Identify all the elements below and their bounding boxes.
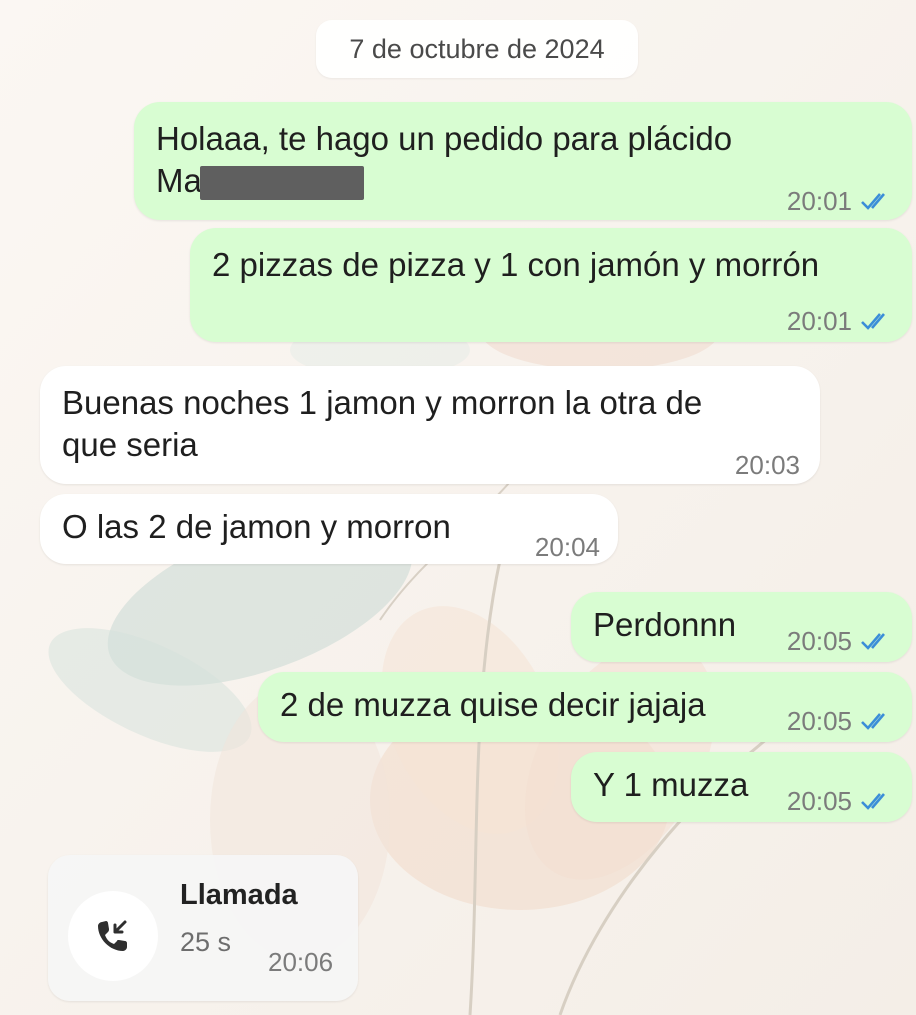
double-check-read-icon (861, 713, 885, 730)
incoming-message[interactable]: O las 2 de jamon y morron 20:04 (40, 494, 618, 564)
outgoing-message[interactable]: Perdonnn 20:05 (571, 592, 912, 662)
message-time: 20:05 (786, 786, 852, 816)
message-time: 20:03 (734, 450, 800, 480)
message-time: 20:01 (786, 306, 852, 336)
message-meta: 20:03 (735, 444, 800, 486)
call-duration: 25 s (180, 927, 232, 957)
call-time: 20:06 (268, 947, 334, 977)
incoming-message[interactable]: Buenas noches 1 jamon y morron la otra d… (40, 366, 820, 484)
message-text-line: Ma (156, 162, 202, 199)
outgoing-message[interactable]: Y 1 muzza 20:05 (571, 752, 912, 822)
call-label: Llamada (180, 879, 298, 911)
message-text-line: Holaaa, te hago un pedido para plácido (156, 120, 733, 157)
outgoing-message[interactable]: 2 de muzza quise decir jajaja 20:05 (258, 672, 912, 742)
message-meta: 20:05 (787, 780, 892, 822)
incoming-call-icon (98, 920, 127, 951)
message-time: 20:04 (534, 532, 600, 562)
redaction-bar (200, 166, 364, 200)
double-check-read-icon (861, 313, 885, 330)
message-text-line: Y 1 muzza (593, 766, 749, 803)
double-check-read-icon (861, 633, 885, 650)
chat-panel: 7 de octubre de 2024 Holaaa, te hago un … (0, 0, 916, 1015)
call-icon-circle (68, 891, 158, 981)
message-meta: 20:04 (535, 526, 600, 568)
message-meta: 20:05 (787, 620, 892, 662)
message-meta: 20:01 (787, 180, 892, 222)
message-time: 20:01 (786, 186, 852, 216)
message-time: 20:05 (786, 626, 852, 656)
double-check-read-icon (861, 193, 885, 210)
message-meta: 20:01 (787, 300, 892, 342)
outgoing-message[interactable]: Holaaa, te hago un pedido para plácido M… (134, 102, 912, 220)
message-text-line: que seria (62, 426, 198, 463)
message-text-line: 2 pizzas de pizza y 1 con jamón y morrón (212, 246, 820, 283)
call-log-card[interactable]: Llamada 25 s 20:06 (48, 855, 358, 1001)
message-text-line: O las 2 de jamon y morron (62, 508, 451, 545)
message-time: 20:05 (786, 706, 852, 736)
message-text-line: 2 de muzza quise decir jajaja (280, 686, 706, 723)
message-text-line: Perdonnn (593, 606, 737, 643)
message-meta: 20:05 (787, 700, 892, 742)
message-text-line: Buenas noches 1 jamon y morron la otra d… (62, 384, 703, 421)
outgoing-message[interactable]: 2 pizzas de pizza y 1 con jamón y morrón… (190, 228, 912, 342)
double-check-read-icon (861, 793, 885, 810)
date-separator: 7 de octubre de 2024 (316, 20, 638, 78)
